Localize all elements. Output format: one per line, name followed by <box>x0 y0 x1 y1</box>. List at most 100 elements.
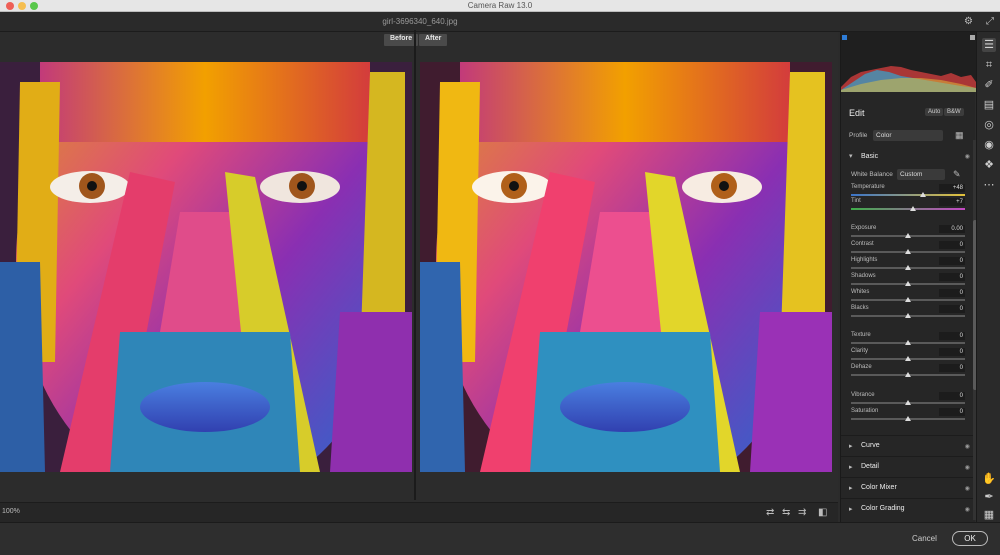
ok-button[interactable]: OK <box>952 531 988 546</box>
eyedropper-icon[interactable]: ✎ <box>953 169 961 180</box>
radial-filter-icon[interactable]: ◎ <box>982 118 996 132</box>
slider-thumb[interactable] <box>905 297 911 302</box>
slider-value-field[interactable]: 0 <box>939 332 965 340</box>
slider-track[interactable] <box>851 416 965 421</box>
slider-thumb[interactable] <box>905 356 911 361</box>
redeye-icon[interactable]: ◉ <box>982 138 996 152</box>
eye-icon[interactable]: ◉ <box>965 464 970 471</box>
white-balance-label: White Balance <box>851 171 893 178</box>
copy-settings-icon[interactable]: ⇉ <box>798 507 806 518</box>
hand-icon[interactable]: ✋ <box>982 472 996 486</box>
slider-thumb[interactable] <box>905 416 911 421</box>
slider-value-field[interactable]: 0 <box>939 305 965 313</box>
slider-row: Whites 0 <box>841 289 969 305</box>
slider-value-field[interactable]: 0 <box>939 273 965 281</box>
profile-label: Profile <box>849 132 868 139</box>
section-header-detail[interactable]: ▸ Detail ◉ <box>841 456 976 476</box>
presets-icon[interactable]: ❖ <box>982 158 996 172</box>
slider-thumb[interactable] <box>905 233 911 238</box>
slider-value-field[interactable]: 0 <box>939 257 965 265</box>
slider-track[interactable] <box>851 192 965 197</box>
profile-dropdown[interactable]: Color <box>873 130 943 141</box>
fullscreen-icon[interactable]: ⤢ <box>986 16 994 27</box>
slider-value-field[interactable]: 0 <box>939 392 965 400</box>
window-titlebar: Camera Raw 13.0 <box>0 0 1000 12</box>
slider-track[interactable] <box>851 297 965 302</box>
slider-thumb[interactable] <box>905 372 911 377</box>
basic-section-header[interactable]: ▾ Basic ◉ <box>841 150 976 164</box>
crop-icon[interactable]: ⌗ <box>982 58 996 72</box>
chevron-right-icon: ▸ <box>849 464 853 471</box>
sampler-icon[interactable]: ✒ <box>982 490 996 504</box>
before-after-view-icon[interactable]: ⇄ <box>766 507 774 518</box>
zoom-level[interactable]: 100% <box>2 508 20 515</box>
slider-value-field[interactable]: 0 <box>939 241 965 249</box>
slider-row: Contrast 0 <box>841 241 969 257</box>
basic-title: Basic <box>861 153 879 160</box>
eye-icon[interactable]: ◉ <box>965 485 970 492</box>
cancel-button[interactable]: Cancel <box>912 534 937 543</box>
section-header-color-mixer[interactable]: ▸ Color Mixer ◉ <box>841 477 976 497</box>
slider-track[interactable] <box>851 340 965 345</box>
slider-thumb[interactable] <box>905 265 911 270</box>
slider-value-field[interactable]: +48 <box>939 184 965 192</box>
auto-button[interactable]: Auto <box>925 108 944 116</box>
section-header-color-grading[interactable]: ▸ Color Grading ◉ <box>841 498 976 518</box>
bw-button[interactable]: B&W <box>944 108 964 116</box>
edit-sliders-icon[interactable]: ☰ <box>982 38 996 52</box>
slider-track[interactable] <box>851 372 965 377</box>
slider-thumb[interactable] <box>905 400 911 405</box>
slider-track[interactable] <box>851 400 965 405</box>
edit-panel: Edit Auto B&W Profile Color ▦ ▾ Basic ◉ … <box>840 32 976 522</box>
gradient-filter-icon[interactable]: ▤ <box>982 98 996 112</box>
spot-removal-icon[interactable]: ✐ <box>982 78 996 92</box>
more-icon[interactable]: ⋯ <box>982 178 996 192</box>
toggle-original-icon[interactable]: ◧ <box>818 507 827 518</box>
slider-value-field[interactable]: 0 <box>939 289 965 297</box>
slider-track[interactable] <box>851 206 965 211</box>
slider-row: Shadows 0 <box>841 273 969 289</box>
after-button[interactable]: After <box>419 34 448 46</box>
slider-track[interactable] <box>851 265 965 270</box>
gear-icon[interactable]: ⚙ <box>964 16 973 27</box>
slider-thumb[interactable] <box>909 206 916 211</box>
slider-track[interactable] <box>851 313 965 318</box>
window-title: Camera Raw 13.0 <box>467 1 533 10</box>
section-header-curve[interactable]: ▸ Curve ◉ <box>841 435 976 455</box>
section-title: Detail <box>861 463 879 470</box>
section-title: Curve <box>861 442 880 449</box>
profile-browser-icon[interactable]: ▦ <box>955 130 964 141</box>
compare-divider <box>414 30 416 500</box>
slider-row: Dehaze 0 <box>841 364 969 380</box>
slider-thumb[interactable] <box>905 313 911 318</box>
slider-value-field[interactable]: 0 <box>939 348 965 356</box>
slider-value-field[interactable]: 0.00 <box>939 225 965 233</box>
after-photo <box>420 62 832 472</box>
slider-thumb[interactable] <box>919 192 926 197</box>
slider-label: Tint <box>851 198 861 204</box>
slider-label: Shadows <box>851 273 876 279</box>
swap-settings-icon[interactable]: ⇆ <box>782 507 790 518</box>
eye-icon[interactable]: ◉ <box>965 506 970 513</box>
slider-thumb[interactable] <box>905 281 911 286</box>
slider-row: Vibrance 0 <box>841 392 969 408</box>
chevron-right-icon: ▸ <box>849 485 853 492</box>
eye-icon[interactable]: ◉ <box>965 153 970 160</box>
slider-track[interactable] <box>851 281 965 286</box>
slider-row: Blacks 0 <box>841 305 969 321</box>
chevron-right-icon: ▸ <box>849 506 853 513</box>
slider-track[interactable] <box>851 356 965 361</box>
grid-icon[interactable]: ▦ <box>982 508 996 522</box>
slider-track[interactable] <box>851 233 965 238</box>
slider-row: Highlights 0 <box>841 257 969 273</box>
slider-row: Texture 0 <box>841 332 969 348</box>
slider-thumb[interactable] <box>905 249 911 254</box>
eye-icon[interactable]: ◉ <box>965 443 970 450</box>
slider-track[interactable] <box>851 249 965 254</box>
white-balance-dropdown[interactable]: Custom <box>897 169 945 180</box>
slider-value-field[interactable]: 0 <box>939 408 965 416</box>
slider-thumb[interactable] <box>905 340 911 345</box>
document-bar: girl-3696340_640.jpg ⚙ ⤢ <box>0 12 1000 32</box>
slider-value-field[interactable]: 0 <box>939 364 965 372</box>
slider-value-field[interactable]: +7 <box>939 198 965 206</box>
